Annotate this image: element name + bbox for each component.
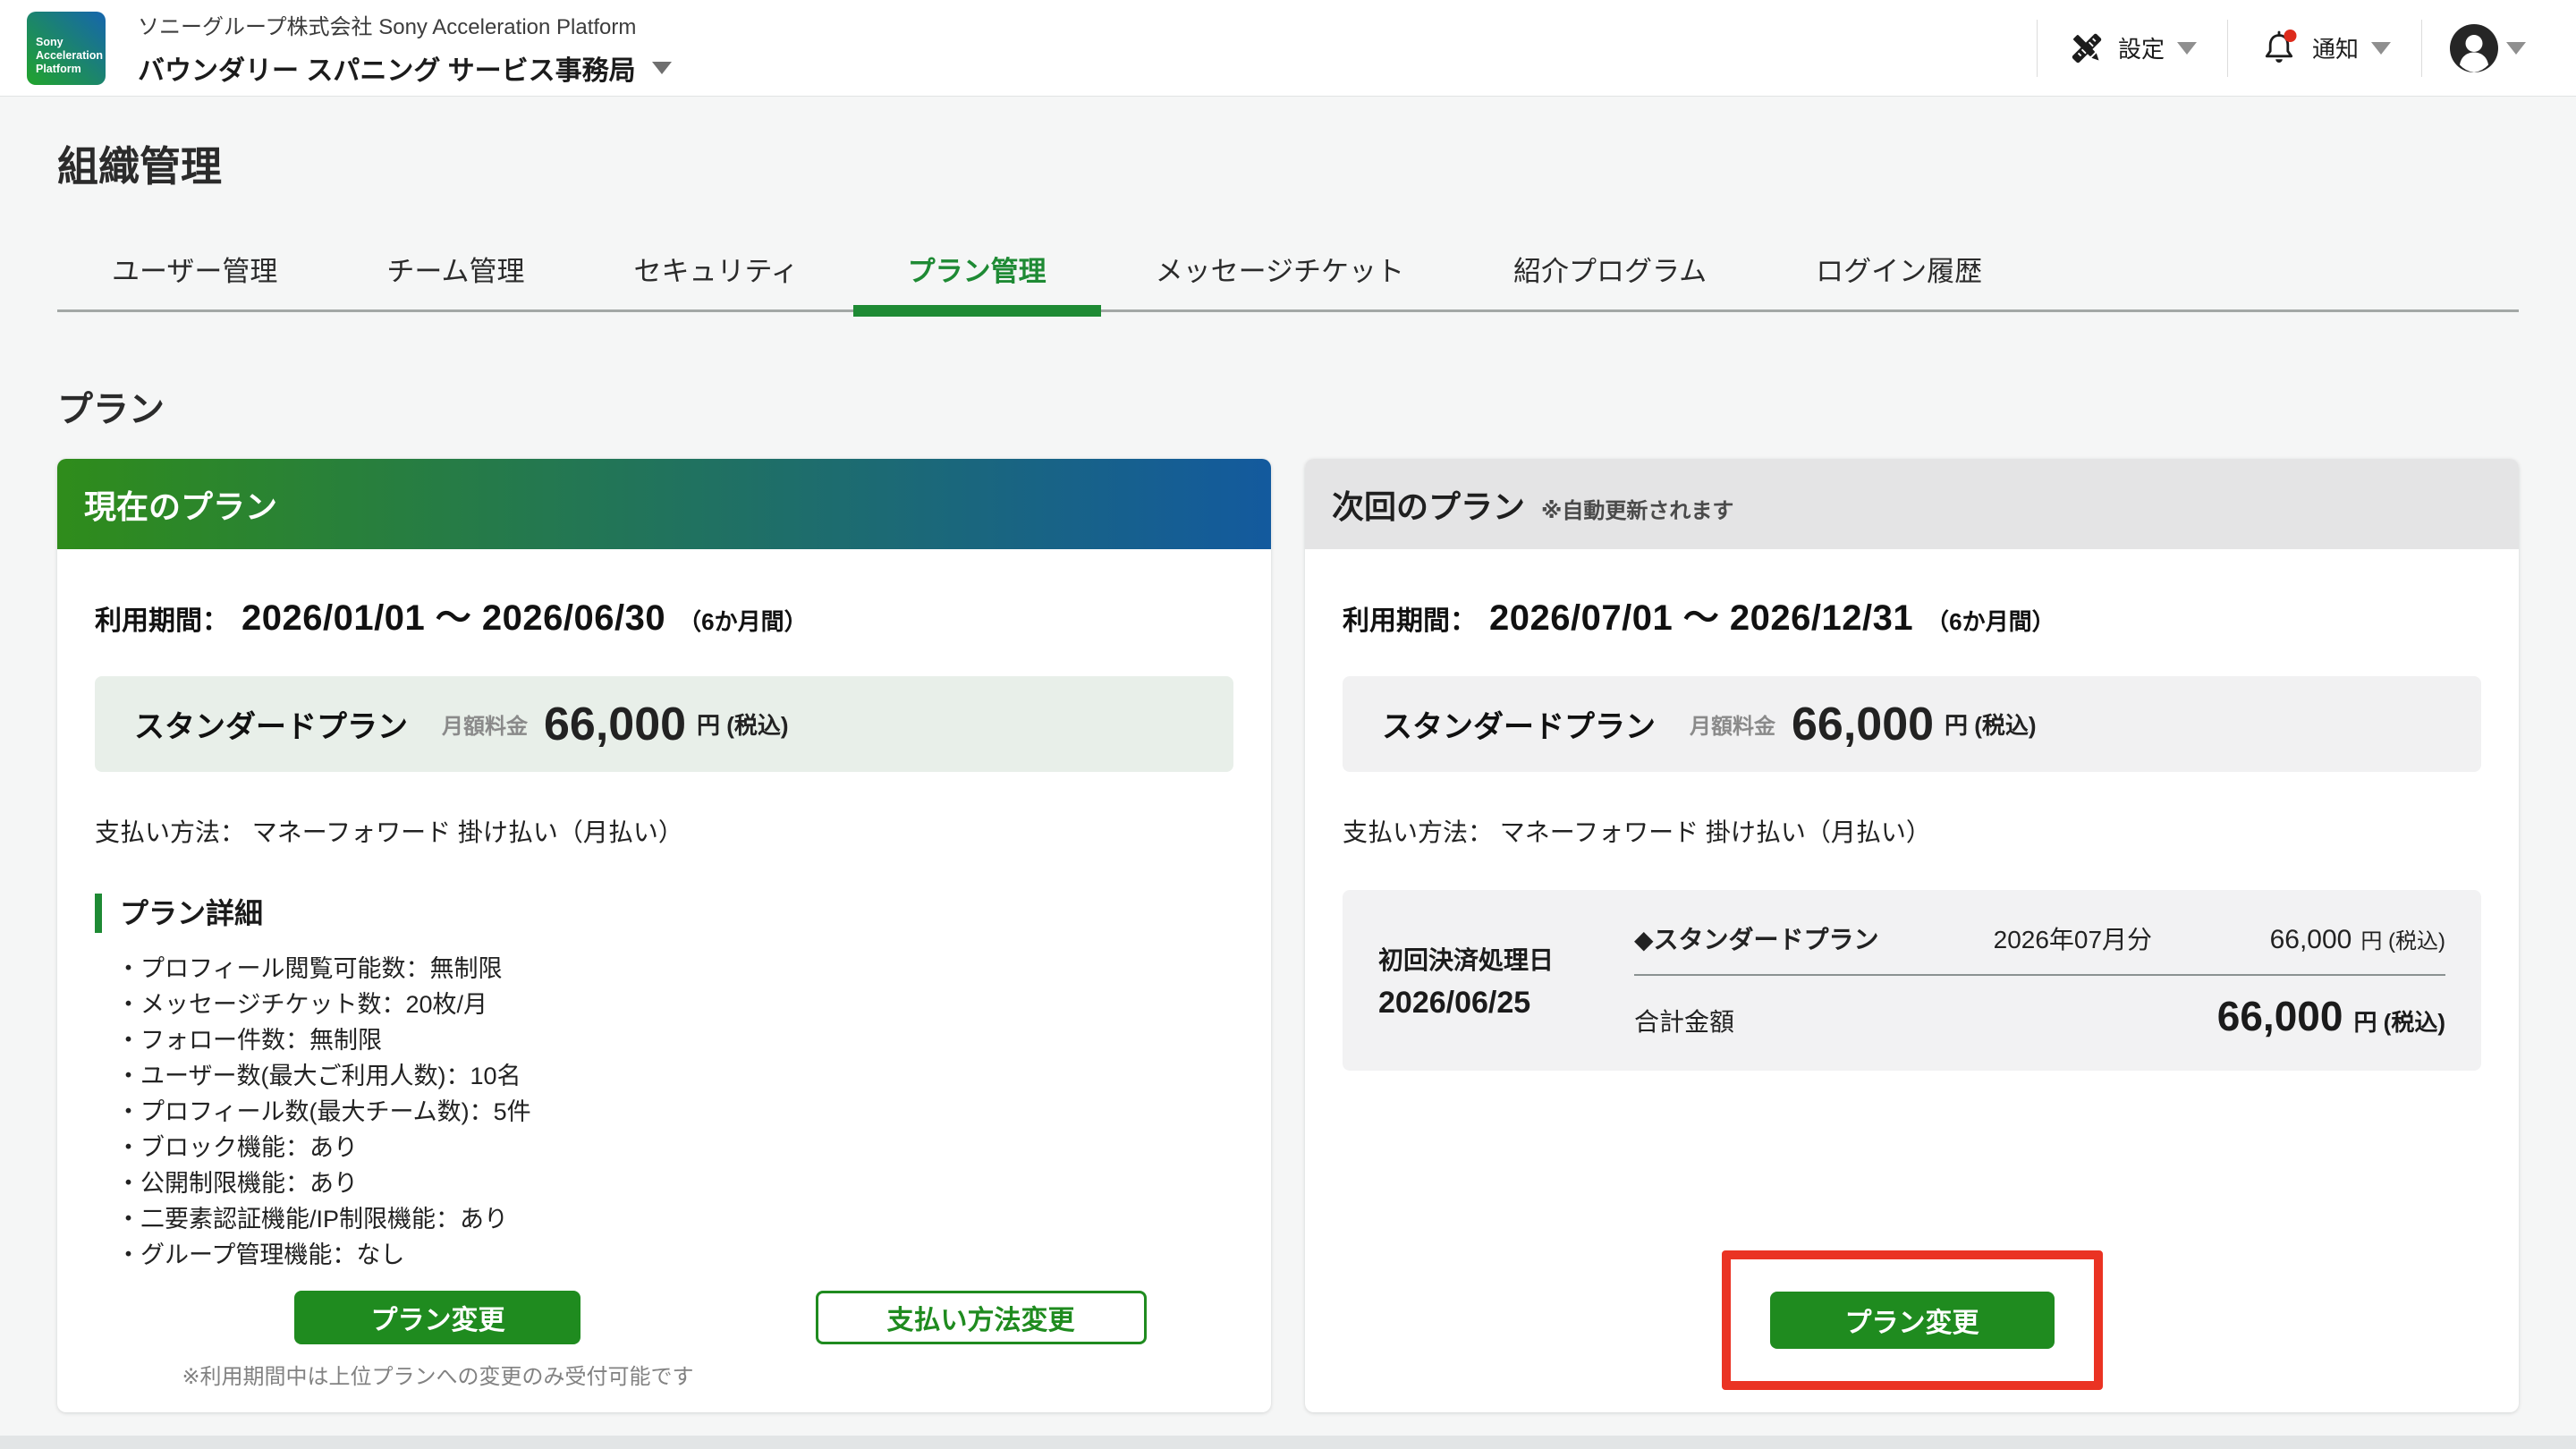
usage-period-label: 利用期間： — [95, 598, 229, 638]
tab-user-management[interactable]: ユーザー管理 — [57, 236, 332, 309]
usage-period: 利用期間： 2026/07/01 ～ 2026/12/31 （6か月間） — [1343, 589, 2481, 640]
settings-menu[interactable]: 設定 — [2038, 30, 2227, 67]
change-plan-note: ※利用期間中は上位プランへの変更のみ受付可能です — [182, 1359, 693, 1390]
monthly-fee-amount: 66,000 — [1792, 698, 1934, 751]
bell-icon — [2258, 28, 2300, 69]
payment-method: 支払い方法： マネーフォワード 掛け払い（月払い） — [1343, 813, 2481, 849]
monthly-fee-unit: 円 (税込) — [1945, 708, 2037, 741]
billing-divider — [1634, 974, 2445, 976]
chevron-down-icon — [652, 62, 672, 74]
monthly-fee-unit: 円 (税込) — [697, 708, 789, 741]
monthly-fee-label: 月額料金 — [442, 708, 528, 740]
page-bottom-edge — [0, 1436, 2576, 1449]
plan-detail-item: ・ユーザー数(最大ご利用人数)：10名 — [116, 1058, 1233, 1094]
org-name: バウンダリー スパニング サービス事務局 — [138, 48, 636, 88]
tab-login-history[interactable]: ログイン履歴 — [1761, 236, 2037, 309]
notifications-menu[interactable]: 通知 — [2228, 28, 2421, 69]
tab-message-tickets[interactable]: メッセージチケット — [1101, 236, 1459, 309]
notification-badge — [2284, 30, 2296, 42]
monthly-fee-label: 月額料金 — [1690, 708, 1775, 740]
logo-line: Platform — [36, 63, 100, 76]
red-highlight-annotation: プラン変更 — [1722, 1250, 2103, 1390]
settings-label: 設定 — [2118, 31, 2165, 64]
plan-detail-item: ・プロフィール数(最大チーム数)：5件 — [116, 1094, 1233, 1130]
usage-period-label: 利用期間： — [1343, 598, 1477, 638]
tab-plan-management[interactable]: プラン管理 — [853, 236, 1101, 309]
plan-detail-item: ・公開制限機能：あり — [116, 1165, 1233, 1201]
next-plan-body: 利用期間： 2026/07/01 ～ 2026/12/31 （6か月間） スタン… — [1305, 549, 2519, 1412]
first-billing-date: 初回決済処理日 2026/06/25 — [1378, 941, 1602, 1021]
app-header: Sony Acceleration Platform ソニーグループ株式会社 S… — [0, 0, 2576, 97]
current-plan-card-header: 現在のプラン — [57, 459, 1271, 549]
current-plan-title: 現在のプラン — [84, 481, 277, 528]
next-plan-card: 次回のプラン ※自動更新されます 利用期間： 2026/07/01 ～ 2026… — [1305, 459, 2519, 1412]
avatar — [2449, 23, 2499, 73]
chevron-down-icon — [2177, 42, 2197, 55]
auto-renewal-note: ※自動更新されます — [1541, 484, 1733, 524]
tab-referral-program[interactable]: 紹介プログラム — [1459, 236, 1761, 309]
settings-icon — [2068, 30, 2106, 67]
notifications-label: 通知 — [2312, 31, 2359, 64]
payment-method: 支払い方法： マネーフォワード 掛け払い（月払い） — [95, 813, 1233, 849]
billing-item-name: ◆スタンダードプラン — [1634, 920, 1994, 956]
logo-line: Acceleration — [36, 49, 100, 63]
sony-acceleration-platform-logo: Sony Acceleration Platform — [27, 12, 106, 85]
monthly-fee-amount: 66,000 — [544, 698, 686, 751]
org-switcher[interactable]: バウンダリー スパニング サービス事務局 — [138, 48, 672, 88]
first-billing-date-value: 2026/06/25 — [1378, 986, 1602, 1021]
current-plan-body: 利用期間： 2026/01/01 ～ 2026/06/30 （6か月間） スタン… — [57, 549, 1271, 1412]
next-plan-title: 次回のプラン — [1332, 481, 1525, 528]
plan-detail-item: ・フォロー件数：無制限 — [116, 1022, 1233, 1058]
tab-bar: ユーザー管理 チーム管理 セキュリティ プラン管理 メッセージチケット 紹介プロ… — [57, 236, 2519, 312]
change-plan-button[interactable]: プラン変更 — [294, 1291, 580, 1344]
plan-name: スタンダードプラン — [1382, 702, 1656, 746]
billing-line-item: ◆スタンダードプラン 2026年07月分 66,000 円 (税込) — [1634, 920, 2445, 956]
change-plan-button[interactable]: プラン変更 — [1770, 1292, 2055, 1349]
plan-price-box: スタンダードプラン 月額料金 66,000 円 (税込) — [95, 676, 1233, 772]
billing-total-price: 66,000 — [2217, 992, 2343, 1040]
plan-detail-item: ・ブロック機能：あり — [116, 1130, 1233, 1165]
section-title-plan: プラン — [57, 380, 2519, 432]
current-plan-card: 現在のプラン 利用期間： 2026/01/01 ～ 2026/06/30 （6か… — [57, 459, 1271, 1412]
usage-period-note: （6か月間） — [678, 604, 807, 637]
first-billing-date-label: 初回決済処理日 — [1378, 941, 1602, 977]
chevron-down-icon — [2506, 42, 2526, 55]
logo-line: Sony — [36, 36, 100, 49]
account-menu[interactable] — [2422, 23, 2526, 73]
tab-team-management[interactable]: チーム管理 — [332, 236, 579, 309]
tab-security[interactable]: セキュリティ — [579, 236, 852, 309]
billing-total-price-unit: 円 (税込) — [2353, 1004, 2445, 1038]
main-content: 組織管理 ユーザー管理 チーム管理 セキュリティ プラン管理 メッセージチケット… — [0, 97, 2576, 1412]
usage-period-value: 2026/07/01 ～ 2026/12/31 — [1489, 589, 1913, 640]
usage-period: 利用期間： 2026/01/01 ～ 2026/06/30 （6か月間） — [95, 589, 1233, 640]
billing-item-price-unit: 円 (税込) — [2360, 923, 2445, 954]
header-actions: 設定 通知 — [2037, 20, 2526, 77]
change-payment-method-button[interactable]: 支払い方法変更 — [816, 1291, 1147, 1344]
plan-price-box: スタンダードプラン 月額料金 66,000 円 (税込) — [1343, 676, 2481, 772]
plan-name: スタンダードプラン — [134, 702, 408, 746]
company-name: ソニーグループ株式会社 Sony Acceleration Platform — [138, 9, 672, 40]
usage-period-note: （6か月間） — [1926, 604, 2055, 637]
billing-total-label: 合計金額 — [1634, 1003, 1734, 1038]
next-plan-card-header: 次回のプラン ※自動更新されます — [1305, 459, 2519, 549]
plan-detail-item: ・プロフィール閲覧可能数：無制限 — [116, 951, 1233, 987]
billing-details: ◆スタンダードプラン 2026年07月分 66,000 円 (税込) 合計金額 … — [1634, 920, 2445, 1040]
current-plan-actions: プラン変更 ※利用期間中は上位プランへの変更のみ受付可能です 支払い方法変更 — [95, 1291, 1233, 1390]
first-billing-box: 初回決済処理日 2026/06/25 ◆スタンダードプラン 2026年07月分 … — [1343, 890, 2481, 1071]
chevron-down-icon — [2371, 42, 2391, 55]
change-plan-column: プラン変更 ※利用期間中は上位プランへの変更のみ受付可能です — [182, 1291, 693, 1390]
plan-details-title: プラン詳細 — [95, 894, 1233, 933]
plan-detail-item: ・メッセージチケット数：20枚/月 — [116, 987, 1233, 1022]
usage-period-value: 2026/01/01 ～ 2026/06/30 — [242, 589, 665, 640]
plan-detail-item: ・グループ管理機能：なし — [116, 1237, 1233, 1273]
header-org-block: ソニーグループ株式会社 Sony Acceleration Platform バ… — [138, 9, 672, 88]
billing-total-row: 合計金額 66,000 円 (税込) — [1634, 992, 2445, 1040]
plan-cards: 現在のプラン 利用期間： 2026/01/01 ～ 2026/06/30 （6か… — [57, 459, 2519, 1412]
page-title: 組織管理 — [57, 97, 2519, 193]
plan-detail-item: ・二要素認証機能/IP制限機能：あり — [116, 1201, 1233, 1237]
plan-details-list: ・プロフィール閲覧可能数：無制限 ・メッセージチケット数：20枚/月 ・フォロー… — [95, 951, 1233, 1273]
billing-item-period: 2026年07月分 — [1994, 920, 2270, 956]
billing-item-price: 66,000 — [2270, 925, 2352, 955]
